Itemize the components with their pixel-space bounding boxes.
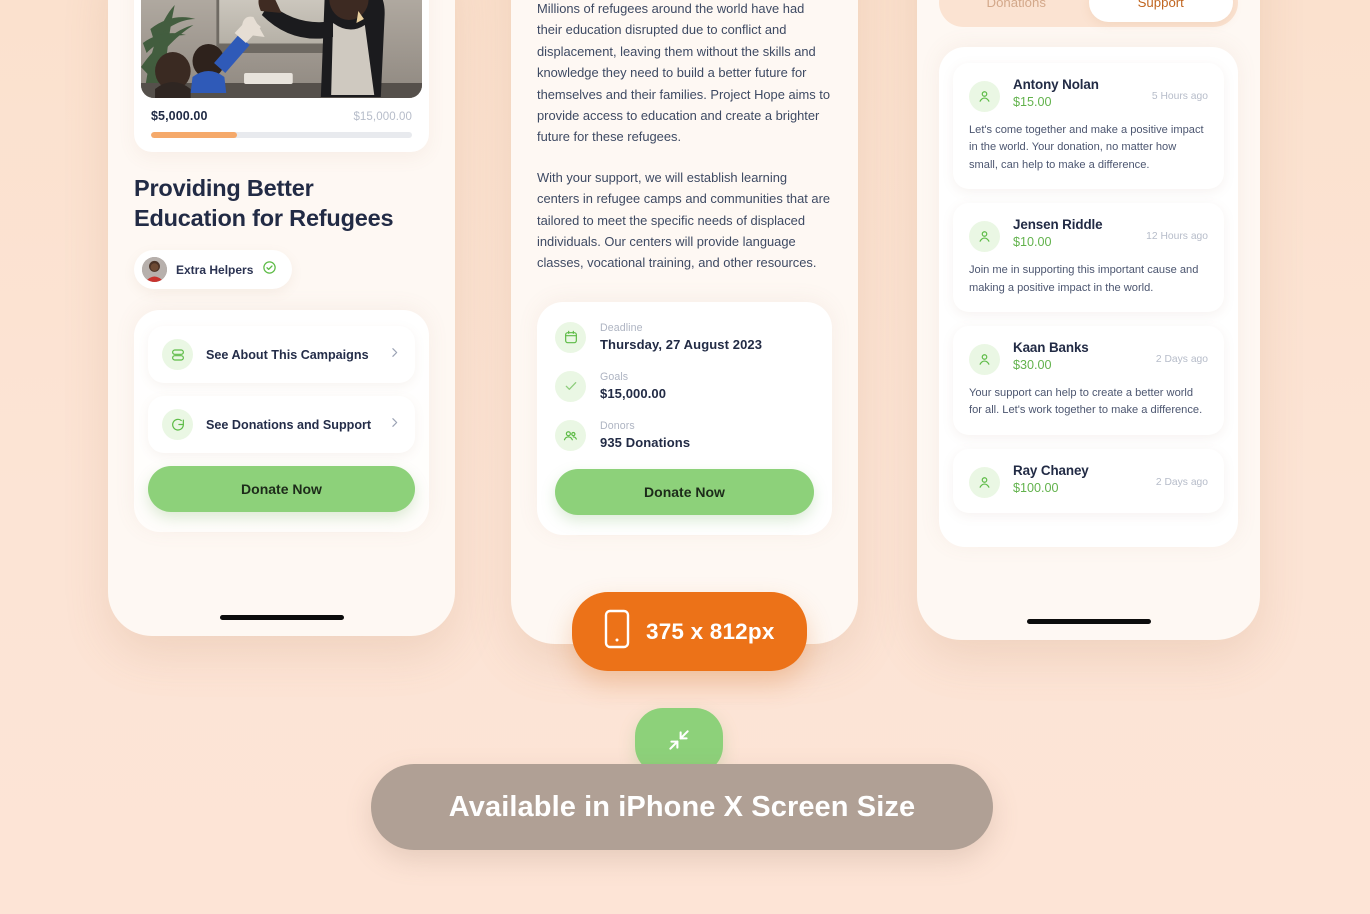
availability-label: Available in iPhone X Screen Size: [448, 790, 916, 823]
donor-header: Kaan Banks $30.00 2 Days ago: [969, 340, 1208, 376]
availability-banner: Available in iPhone X Screen Size: [371, 764, 993, 850]
phone1-content: $5,000.00 $15,000.00 Providing Better Ed…: [108, 0, 455, 532]
donors-icon: [555, 419, 586, 451]
home-indicator: [1026, 619, 1151, 624]
sidebar-item-donations-support[interactable]: See Donations and Support: [148, 396, 415, 453]
donor-amount: $30.00: [1013, 358, 1052, 373]
check-icon: [555, 370, 586, 402]
phone-mockup-3: Donations Support Antony Nolan $15.00 5 …: [917, 0, 1260, 640]
list-item[interactable]: Ray Chaney $100.00 2 Days ago: [953, 448, 1224, 513]
organizer-chip[interactable]: Extra Helpers: [134, 250, 293, 289]
info-value: Thursday, 27 August 2023: [600, 337, 763, 353]
donate-now-button[interactable]: Donate Now: [555, 468, 814, 515]
chat-bubble-icon: [162, 409, 193, 440]
chevron-right-icon: [388, 416, 401, 434]
row-label: See Donations and Support: [206, 417, 372, 432]
donor-name: Antony Nolan: [1013, 77, 1099, 92]
description-paragraph-1: Millions of refugees around the world ha…: [537, 1, 831, 145]
info-key: Deadline: [600, 322, 643, 335]
amount-raised: $5,000.00: [151, 109, 208, 123]
screen-size-badge: 375 x 812px: [572, 592, 807, 671]
donor-header: Jensen Riddle $10.00 12 Hours ago: [969, 217, 1208, 253]
list-item[interactable]: Kaan Banks $30.00 2 Days ago Your suppor…: [953, 326, 1224, 435]
donor-timestamp: 2 Days ago: [1155, 354, 1208, 366]
donor-timestamp: 5 Hours ago: [1151, 91, 1208, 102]
person-icon: [969, 344, 1000, 376]
phone-mockup-2: Millions of refugees around the world ha…: [511, 0, 858, 644]
donor-header: Ray Chaney $100.00 2 Days ago: [969, 463, 1208, 498]
donor-message: Join me in supporting this important cau…: [969, 264, 1199, 294]
donations-feed: Antony Nolan $15.00 5 Hours ago Let's co…: [939, 47, 1238, 547]
person-icon: [969, 81, 1000, 112]
donor-header: Antony Nolan $15.00 5 Hours ago: [969, 77, 1208, 112]
info-row-donors: Donors 935 Donations: [555, 419, 814, 451]
info-key: Goals: [600, 371, 629, 384]
info-row-goals: Goals $15,000.00: [555, 370, 814, 402]
row-label: See About This Campaigns: [206, 347, 369, 362]
tab-support[interactable]: Support: [1088, 0, 1233, 22]
donor-amount: $100.00: [1013, 480, 1059, 495]
campaign-amounts: $5,000.00 $15,000.00: [141, 98, 422, 123]
donor-timestamp: 2 Days ago: [1155, 476, 1208, 488]
organizer-name: Extra Helpers: [176, 262, 254, 277]
tab-bar: Donations Support: [939, 0, 1238, 27]
phone-mockup-1: $5,000.00 $15,000.00 Providing Better Ed…: [108, 0, 455, 636]
screen-size-label: 375 x 812px: [646, 618, 775, 644]
list-item[interactable]: Antony Nolan $15.00 5 Hours ago Let's co…: [953, 63, 1224, 190]
phone1-action-card: See About This Campaigns See Donations a…: [134, 310, 429, 532]
donor-message: Let's come together and make a positive …: [969, 124, 1204, 171]
campaign-hero-card: $5,000.00 $15,000.00: [134, 0, 429, 152]
progress-bar-track: [151, 132, 412, 138]
calendar-icon: [555, 321, 586, 353]
presentation-stage: $5,000.00 $15,000.00 Providing Better Ed…: [0, 0, 1370, 914]
campaign-info-card: Deadline Thursday, 27 August 2023 Goals …: [537, 301, 832, 535]
campaign-photo: [141, 0, 422, 98]
info-key: Donors: [600, 420, 635, 433]
info-value: 935 Donations: [600, 435, 691, 451]
description-paragraph-2: With your support, we will establish lea…: [537, 169, 831, 271]
home-indicator: [219, 615, 344, 620]
person-icon: [969, 466, 1000, 498]
campaign-title: Providing Better Education for Refugees: [134, 175, 394, 231]
progress-bar-fill: [151, 132, 238, 138]
list-icon: [162, 339, 193, 370]
donor-message: Your support can help to create a better…: [969, 387, 1203, 417]
mobile-phone-icon: [604, 609, 630, 654]
donate-now-button[interactable]: Donate Now: [148, 466, 415, 512]
donor-timestamp: 12 Hours ago: [1146, 231, 1208, 243]
donor-name: Jensen Riddle: [1013, 217, 1103, 233]
sidebar-item-about-campaign[interactable]: See About This Campaigns: [148, 326, 415, 383]
collapse-arrows-icon: [666, 727, 692, 756]
person-icon: [969, 221, 1000, 253]
amount-goal: $15,000.00: [353, 111, 412, 123]
donor-amount: $15.00: [1013, 95, 1052, 109]
info-row-deadline: Deadline Thursday, 27 August 2023: [555, 321, 814, 353]
donor-amount: $10.00: [1013, 235, 1052, 250]
avatar: [142, 257, 167, 282]
chevron-right-icon: [388, 346, 401, 364]
verified-check-icon: [262, 260, 277, 280]
donor-name: Ray Chaney: [1013, 462, 1089, 478]
tab-donations[interactable]: Donations: [944, 0, 1089, 22]
phone3-content: Donations Support Antony Nolan $15.00 5 …: [917, 0, 1260, 547]
list-item[interactable]: Jensen Riddle $10.00 12 Hours ago Join m…: [953, 203, 1224, 313]
phone2-content: Millions of refugees around the world ha…: [511, 0, 858, 535]
donor-name: Kaan Banks: [1013, 340, 1089, 356]
info-value: $15,000.00: [600, 386, 667, 402]
